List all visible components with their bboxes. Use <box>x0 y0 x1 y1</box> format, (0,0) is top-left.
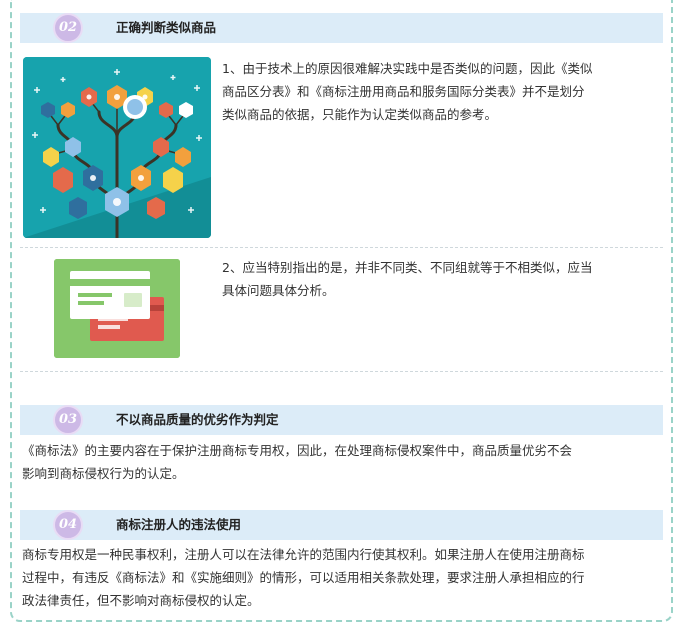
paragraph-line: 影响到商标侵权行为的认定。 <box>22 466 185 481</box>
paragraph-line: 商品区分表》和《商标注册用商品和服务国际分类表》并不是划分 <box>222 84 585 99</box>
cards-icon <box>54 259 180 358</box>
section-header-04: 04 商标注册人的违法使用 <box>20 510 663 540</box>
paragraph-line: 过程中，有违反《商标法》和《实施细则》的情形，可以适用相关条款处理，要求注册人承… <box>22 570 585 585</box>
paragraph-line: 《商标法》的主要内容在于保护注册商标专用权，因此，在处理商标侵权案件中，商品质量… <box>22 443 573 458</box>
section-title: 商标注册人的违法使用 <box>116 517 242 532</box>
section2-item2: 2、应当特别指出的是，并非不同类、不同组就等于不相类似，应当 具体问题具体分析。 <box>222 256 592 302</box>
dashed-divider <box>20 371 663 372</box>
section2-item1: 1、由于技术上的原因很难解决实践中是否类似的问题，因此《类似 商品区分表》和《商… <box>222 57 592 126</box>
paragraph-line: 具体问题具体分析。 <box>222 283 335 298</box>
section-header-03: 03 不以商品质量的优劣作为判定 <box>20 405 663 435</box>
section-number-badge: 02 <box>53 13 83 43</box>
section-title: 正确判断类似商品 <box>116 20 217 35</box>
tree-icon <box>23 57 211 238</box>
section-header-02: 02 正确判断类似商品 <box>20 13 663 43</box>
paragraph-line: 政法律责任，但不影响对商标侵权的认定。 <box>22 593 260 608</box>
section3-paragraph: 《商标法》的主要内容在于保护注册商标专用权，因此，在处理商标侵权案件中，商品质量… <box>22 439 572 485</box>
section4-paragraph: 商标专用权是一种民事权利，注册人可以在法律允许的范围内行使其权利。如果注册人在使… <box>22 543 585 612</box>
section-number-badge: 03 <box>53 405 83 435</box>
paragraph-line: 2、应当特别指出的是，并非不同类、不同组就等于不相类似，应当 <box>222 260 593 275</box>
section-number-badge: 04 <box>53 510 83 540</box>
paragraph-line: 类似商品的依据，只能作为认定类似商品的参考。 <box>222 107 498 122</box>
paragraph-line: 商标专用权是一种民事权利，注册人可以在法律允许的范围内行使其权利。如果注册人在使… <box>22 547 585 562</box>
similar-goods-tree-illustration <box>23 57 211 238</box>
dashed-divider <box>20 247 663 248</box>
section-title: 不以商品质量的优劣作为判定 <box>116 412 279 427</box>
paragraph-line: 1、由于技术上的原因很难解决实践中是否类似的问题，因此《类似 <box>222 61 593 76</box>
cards-illustration <box>54 259 180 358</box>
